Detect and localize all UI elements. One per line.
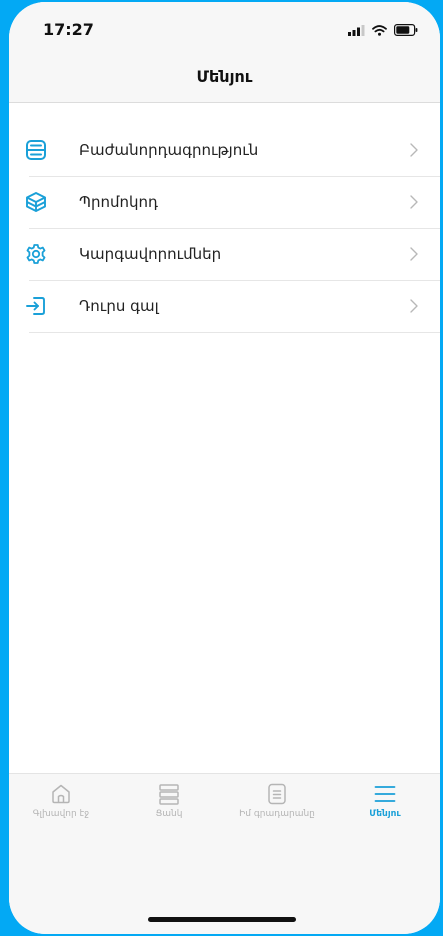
gear-icon xyxy=(26,244,46,264)
chevron-right-icon xyxy=(410,195,418,209)
chevron-right-icon xyxy=(410,143,418,157)
home-icon xyxy=(52,784,70,804)
list-icon xyxy=(159,784,179,805)
server-icon xyxy=(26,140,46,160)
menu-item-label: Կարգավորումներ xyxy=(79,245,222,263)
library-icon xyxy=(268,783,286,805)
nav-header: Մենյու xyxy=(9,58,440,103)
menu-item-promocode[interactable]: Պրոմոկոդ xyxy=(9,177,440,229)
box-icon xyxy=(26,192,46,212)
tab-list[interactable]: Ցանկ xyxy=(124,782,214,819)
status-icons xyxy=(348,24,418,36)
chevron-right-icon xyxy=(410,247,418,261)
wifi-icon xyxy=(372,24,387,36)
logout-icon xyxy=(26,297,45,315)
menu-item-logout[interactable]: Դուրս գալ xyxy=(9,281,440,333)
status-time: 17:27 xyxy=(43,20,94,39)
home-indicator[interactable] xyxy=(148,917,296,922)
tab-menu[interactable]: Մենյու xyxy=(340,782,430,819)
chevron-right-icon xyxy=(410,299,418,313)
tab-bar: Գլխավոր էջ Ցանկ Իմ գրադարանը Մենյու xyxy=(9,773,440,934)
tab-label: Մենյու xyxy=(369,809,401,819)
menu-item-label: Դուրս գալ xyxy=(79,297,159,315)
hamburger-menu-icon xyxy=(374,786,396,802)
status-bar: 17:27 xyxy=(9,2,440,58)
menu-item-label: Բաժանորդագրություն xyxy=(79,141,259,159)
tab-label: Իմ գրադարանը xyxy=(239,809,315,819)
tab-home[interactable]: Գլխավոր էջ xyxy=(16,782,106,819)
signal-icon xyxy=(348,24,365,36)
menu-item-label: Պրոմոկոդ xyxy=(79,193,158,211)
phone-screen: 17:27 Մենյու Բաժանորդագրություն Պրոմոկոդ… xyxy=(9,2,440,934)
battery-icon xyxy=(394,24,418,36)
menu-item-subscription[interactable]: Բաժանորդագրություն xyxy=(9,125,440,177)
tab-label: Ցանկ xyxy=(155,809,183,819)
tab-label: Գլխավոր էջ xyxy=(32,809,90,819)
menu-list: Բաժանորդագրություն Պրոմոկոդ Կարգավորումն… xyxy=(9,125,440,333)
tab-library[interactable]: Իմ գրադարանը xyxy=(232,782,322,819)
page-title: Մենյու xyxy=(196,67,253,86)
menu-item-settings[interactable]: Կարգավորումներ xyxy=(9,229,440,281)
